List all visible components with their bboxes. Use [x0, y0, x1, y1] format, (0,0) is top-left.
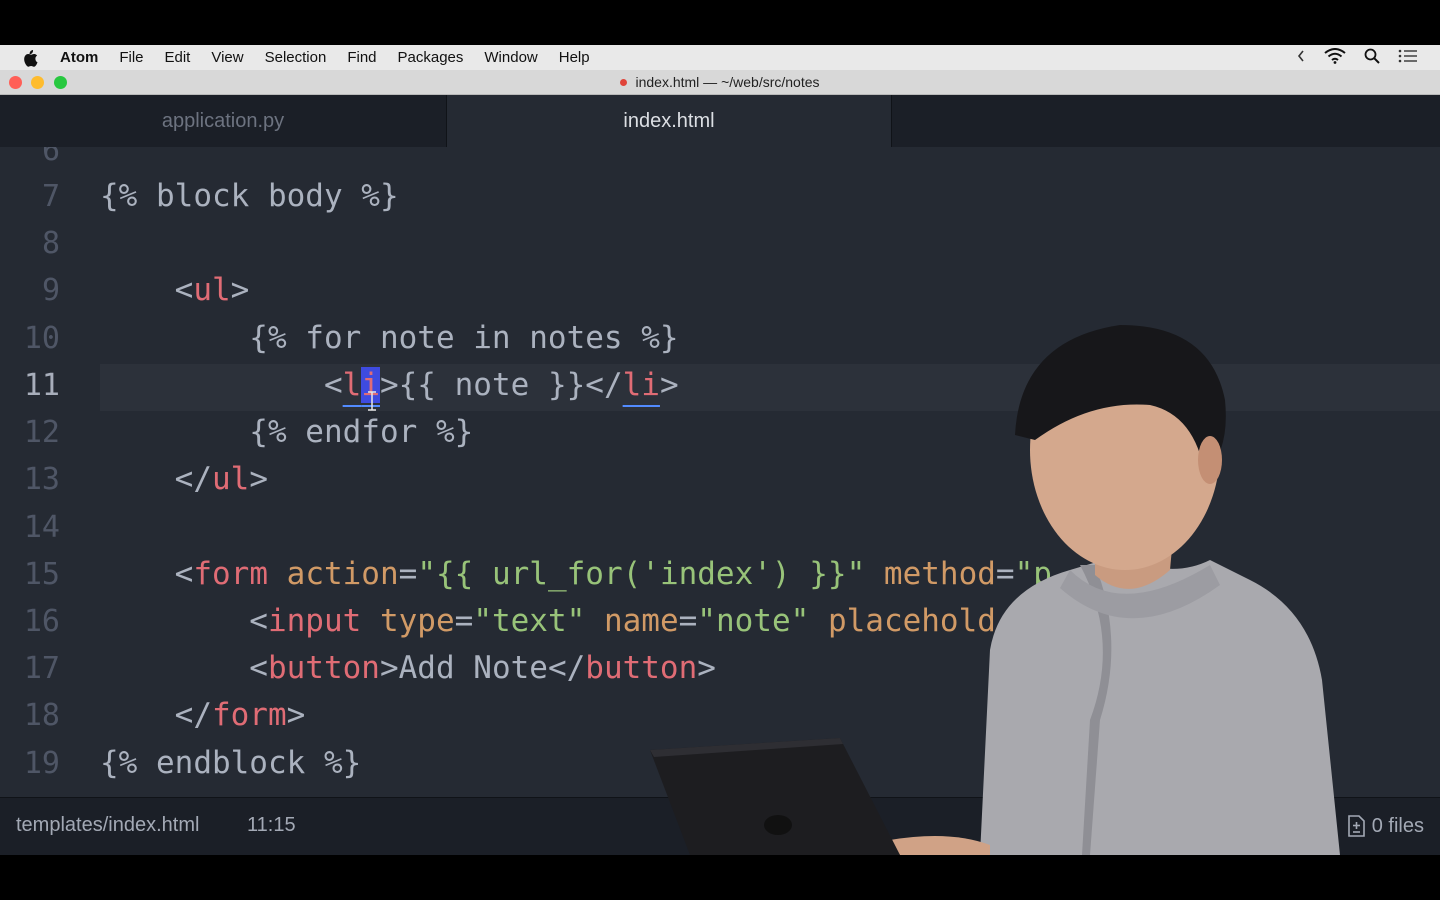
- line-number: 16: [23, 604, 60, 639]
- code-token: button: [267, 650, 380, 686]
- status-file-path[interactable]: templates/index.html: [16, 814, 199, 837]
- tab-index-html[interactable]: index.html: [447, 95, 892, 147]
- text-cursor-icon: [368, 391, 376, 411]
- code-token: </: [100, 461, 212, 497]
- code-line-10[interactable]: {% for note in notes %}: [100, 315, 679, 362]
- line-number: 10: [23, 321, 60, 356]
- line-number-current: 11: [23, 368, 60, 403]
- notification-center-icon[interactable]: [1398, 49, 1418, 67]
- code-line-7[interactable]: {% block body %}: [100, 173, 399, 220]
- line-number: 19: [23, 746, 60, 781]
- code-token: >: [286, 697, 306, 733]
- line-number: 14: [23, 510, 60, 545]
- code-token: form: [211, 697, 287, 733]
- line-number: 18: [23, 698, 60, 733]
- video-letterbox-top: [0, 0, 1440, 45]
- code-token: >: [249, 461, 268, 497]
- code-token: input: [267, 603, 362, 639]
- code-token: =: [398, 556, 418, 592]
- code-token: action: [286, 556, 399, 592]
- code-token: <: [100, 367, 343, 403]
- code-line-11[interactable]: <li>{{ note }}</li>: [100, 362, 679, 409]
- code-token: >{{ note }}</: [379, 367, 623, 403]
- line-number: 9: [41, 273, 60, 308]
- modified-dot-icon: [620, 78, 628, 86]
- menu-edit[interactable]: Edit: [165, 45, 191, 70]
- window-title-bar: index.html — ~/web/src/notes: [0, 70, 1440, 95]
- code-token: =: [454, 603, 474, 639]
- tab-bar: application.py index.html: [0, 95, 1440, 147]
- code-token: form: [193, 556, 268, 592]
- code-token: {% for note in notes %}: [100, 320, 679, 356]
- code-token: "text": [473, 603, 586, 639]
- menu-window[interactable]: Window: [484, 45, 537, 70]
- line-number: 6: [41, 147, 60, 168]
- line-number: 12: [23, 415, 60, 450]
- code-line-19[interactable]: {% endblock %}: [100, 740, 361, 787]
- menu-file[interactable]: File: [119, 45, 143, 70]
- code-line-18[interactable]: </form>: [100, 692, 306, 739]
- line-number: 8: [41, 226, 60, 261]
- code-token: ul: [193, 272, 231, 308]
- code-token: {% endblock %}: [100, 745, 362, 781]
- line-number: 7: [41, 179, 60, 214]
- macos-menu-bar: Atom File Edit View Selection Find Packa…: [0, 45, 1440, 70]
- line-number: 17: [23, 651, 60, 686]
- code-token: >Add Note</: [379, 650, 586, 686]
- window-title: index.html — ~/web/src/notes: [0, 70, 1440, 95]
- presenter-video-overlay: [650, 325, 1340, 855]
- code-line-12[interactable]: {% endfor %}: [100, 409, 473, 456]
- menu-find[interactable]: Find: [347, 45, 376, 70]
- code-token: <: [100, 603, 268, 639]
- line-number-gutter: 6 7 8 9 10 11 12 13 14 15 16 17 18 19: [0, 147, 80, 797]
- status-files-count: 0 files: [1371, 814, 1424, 837]
- wifi-icon[interactable]: [1324, 47, 1346, 68]
- code-token: l: [342, 367, 362, 403]
- status-cursor-position[interactable]: 11:15: [247, 814, 296, 837]
- window-title-text: index.html — ~/web/src/notes: [635, 74, 820, 90]
- code-line-9[interactable]: <ul>: [100, 267, 250, 314]
- code-token: ul: [211, 461, 250, 497]
- code-token: <: [100, 556, 194, 592]
- menu-help[interactable]: Help: [559, 45, 590, 70]
- code-token: </: [100, 697, 212, 733]
- video-letterbox-bottom: [0, 855, 1440, 900]
- code-token: >: [230, 272, 250, 308]
- code-line-17[interactable]: <button>Add Note</button>: [100, 645, 716, 692]
- apple-logo-icon[interactable]: [22, 49, 42, 67]
- menu-view[interactable]: View: [211, 45, 243, 70]
- menu-selection[interactable]: Selection: [265, 45, 327, 70]
- spotlight-search-icon[interactable]: [1364, 48, 1380, 68]
- code-token: <: [100, 650, 268, 686]
- code-line-13[interactable]: </ul>: [100, 456, 268, 503]
- code-token: {% endfor %}: [100, 414, 474, 450]
- menu-atom[interactable]: Atom: [60, 45, 98, 70]
- code-token: type: [379, 603, 455, 639]
- code-token: {% block body %}: [100, 178, 399, 214]
- menu-packages[interactable]: Packages: [398, 45, 464, 70]
- chevron-left-icon[interactable]: [1296, 49, 1306, 67]
- line-number: 13: [23, 462, 60, 497]
- tab-application-py[interactable]: application.py: [0, 95, 447, 147]
- line-number: 15: [23, 557, 60, 592]
- code-token: <: [100, 272, 194, 308]
